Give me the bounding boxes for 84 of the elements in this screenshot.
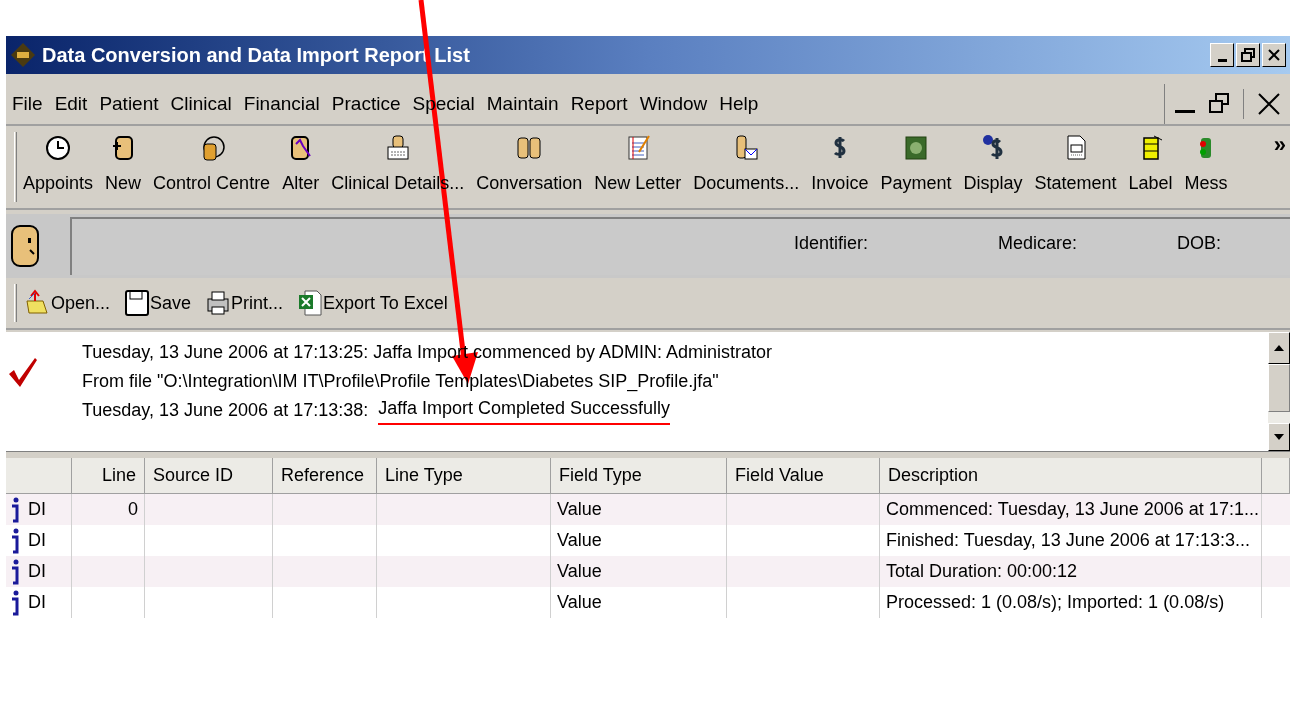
- toolbar-button[interactable]: Save: [124, 289, 192, 317]
- toolbar-overflow[interactable]: »: [1273, 126, 1290, 208]
- clock-icon: [45, 134, 72, 162]
- toolbar-button[interactable]: Payment: [874, 126, 958, 208]
- toolbar-button[interactable]: Statement: [1028, 126, 1123, 208]
- info-icon: [10, 527, 20, 554]
- menu-item[interactable]: Report: [564, 89, 634, 119]
- table-row[interactable]: DI Value Total Duration: 00:00:12: [6, 556, 1290, 587]
- toolbar-button[interactable]: Export To Excel: [297, 289, 448, 317]
- log-line: From file "O:\Integration\IM IT\Profile\Profile Templates\Diabetes SIP_Profile.jfa": [82, 370, 719, 394]
- column-header[interactable]: Source ID: [145, 458, 273, 493]
- close-button[interactable]: [1262, 43, 1286, 67]
- column-header[interactable]: Line Type: [377, 458, 551, 493]
- scroll-down-icon[interactable]: [1274, 434, 1284, 440]
- menu-item[interactable]: File: [6, 89, 49, 119]
- restore-icon[interactable]: [1209, 93, 1229, 115]
- menu-item[interactable]: Maintain: [480, 89, 565, 119]
- field-label: Identifier:: [794, 231, 869, 255]
- minimize-icon: [1217, 59, 1227, 62]
- column-header[interactable]: Description: [880, 458, 1262, 493]
- menu-item[interactable]: Edit: [48, 89, 94, 119]
- field-label: Medicare:: [998, 231, 1078, 255]
- toolbar-button[interactable]: Mess: [1178, 126, 1234, 208]
- menu-item[interactable]: Patient: [93, 89, 165, 119]
- toolbar-button[interactable]: Open...: [25, 289, 111, 317]
- table-cell-text: Commenced: Tuesday, 13 June 2006 at 17:1...: [886, 498, 1259, 521]
- open-folder-icon: [25, 289, 51, 317]
- printer-icon: [205, 289, 232, 317]
- menu-item[interactable]: Financial: [237, 89, 326, 119]
- scroll-up-icon[interactable]: [1274, 345, 1284, 351]
- menu-item[interactable]: Clinical: [164, 89, 238, 119]
- toolbar-button[interactable]: Alter: [276, 126, 326, 208]
- table-cell-text: Processed: 1 (0.08/s); Imported: 1 (0.08/s): [886, 591, 1225, 614]
- log-line: Tuesday, 13 June 2006 at 17:13:38:: [82, 399, 369, 422]
- close-icon: [1268, 49, 1280, 61]
- table-cell-text: Value: [557, 560, 602, 583]
- field-label: DOB:: [1177, 231, 1222, 255]
- window-title: Data Conversion and Data Import Report List: [42, 43, 470, 68]
- table-cell-text: DI: [28, 498, 46, 521]
- table-cell-text: Total Duration: 00:00:12: [886, 560, 1078, 583]
- info-icon: [10, 558, 20, 585]
- menu-item[interactable]: Practice: [325, 89, 407, 119]
- table-row[interactable]: DI 0 Value Commenced: Tuesday, 13 June 2006 at 17:1...: [6, 494, 1290, 525]
- restore-button[interactable]: [1236, 43, 1260, 67]
- restore-icon: [1241, 48, 1255, 62]
- toolbar-button[interactable]: Documents...: [687, 126, 806, 208]
- checkmark-icon: [8, 356, 38, 388]
- minimize-button[interactable]: [1210, 43, 1234, 67]
- scroll-thumb[interactable]: [1268, 364, 1290, 412]
- person-keyboard-icon: [384, 134, 411, 162]
- toolbar-button[interactable]: Print...: [205, 289, 284, 317]
- toolbar-button[interactable]: Conversation: [470, 126, 589, 208]
- column-header[interactable]: Field Type: [551, 458, 727, 493]
- table-cell-text: 0: [128, 498, 138, 521]
- toolbar-button[interactable]: Label: [1122, 126, 1179, 208]
- banknote-icon: [902, 134, 929, 162]
- info-icon: [10, 589, 20, 616]
- table-cell-text: DI: [28, 591, 46, 614]
- table-cell-text: Value: [557, 529, 602, 552]
- close-icon[interactable]: [1258, 93, 1280, 115]
- table-cell-text: DI: [28, 560, 46, 583]
- column-header[interactable]: Reference: [273, 458, 377, 493]
- toolbar-button[interactable]: New Letter: [588, 126, 688, 208]
- info-icon: [10, 496, 20, 523]
- toolbar-button[interactable]: Appoints: [17, 126, 100, 208]
- toolbar-button[interactable]: New: [99, 126, 148, 208]
- column-header[interactable]: Line: [72, 458, 145, 493]
- menu-item[interactable]: Help: [713, 89, 765, 119]
- toolbar-button[interactable]: Invoice: [805, 126, 875, 208]
- log-message: Jaffa Import Completed Successfully: [378, 396, 670, 425]
- toolbar-button[interactable]: Control Centre: [147, 126, 277, 208]
- toolbar-button[interactable]: Display: [957, 126, 1029, 208]
- scrollbar[interactable]: [1268, 332, 1290, 451]
- table-cell-text: DI: [28, 529, 46, 552]
- person-envelope-icon: [733, 134, 760, 162]
- table-cell-text: Finished: Tuesday, 13 June 2006 at 17:13:3...: [886, 529, 1250, 552]
- app-icon: [10, 42, 36, 68]
- table-cell-text: Value: [557, 498, 602, 521]
- two-faces-icon: [516, 134, 543, 162]
- table-cell-text: Value: [557, 591, 602, 614]
- menu-item[interactable]: Window: [633, 89, 714, 119]
- face-icon: [10, 224, 40, 268]
- column-header[interactable]: Field Value: [727, 458, 880, 493]
- spreadsheet-icon: [297, 289, 324, 317]
